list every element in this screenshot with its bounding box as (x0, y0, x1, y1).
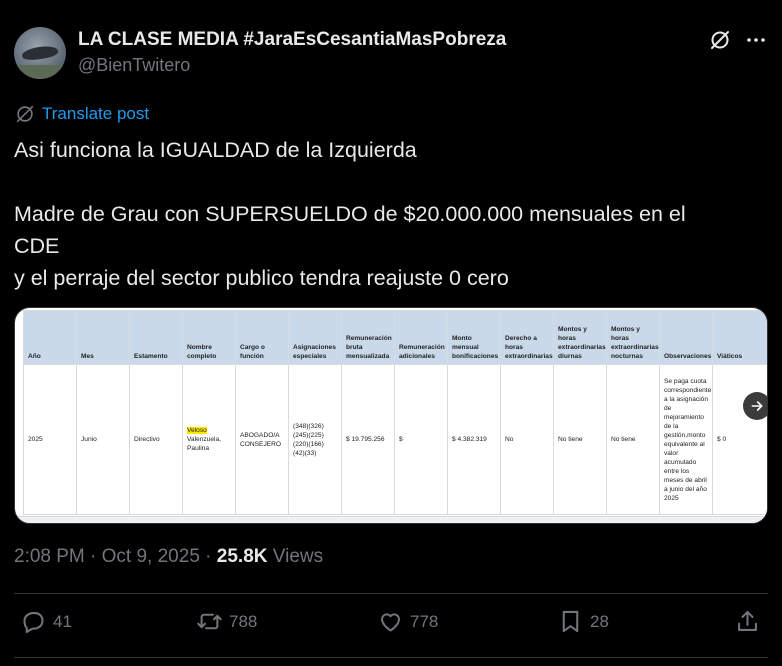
salary-table: Año Mes Estamento Nombre completo Cargo … (23, 310, 767, 515)
share-button[interactable] (734, 608, 761, 635)
bookmark-button[interactable]: 28 (557, 608, 609, 635)
name-rest: Valenzuela, Paulina (187, 436, 221, 452)
post-line-3: Madre de Grau con SUPERSUELDO de $20.000… (14, 202, 686, 226)
cell-cargo: ABOGADO/A CONSEJERO (235, 364, 289, 515)
post-text: Asi funciona la IGUALDAD de la Izquierda… (14, 134, 774, 294)
table-row: 2025 Junio Directivo Veloso Valenzuela, P… (23, 364, 767, 515)
reply-count: 41 (53, 611, 72, 631)
table-header: Nombre completo (182, 310, 236, 365)
name-highlight: Veloso (187, 427, 207, 434)
action-bar: 41 788 778 28 (14, 608, 768, 642)
table-header: Mes (76, 310, 130, 365)
reply-button[interactable]: 41 (20, 608, 72, 635)
views-label: Views (272, 546, 324, 567)
translate-label: Translate post (42, 104, 150, 123)
cell-nombre: Veloso Valenzuela, Paulina (182, 364, 236, 515)
avatar[interactable] (14, 27, 66, 79)
repost-count: 788 (229, 611, 258, 631)
avatar-bird (21, 44, 59, 62)
grok-icon[interactable] (708, 28, 732, 52)
display-name[interactable]: LA CLASE MEDIA #JaraEsCesantiaMasPobreza (78, 29, 506, 51)
cell-mes: Junio (76, 364, 130, 515)
post-line-1: Asi funciona la IGUALDAD de la Izquierda (14, 138, 417, 162)
post-line-blank (14, 166, 774, 198)
reply-icon (23, 612, 44, 633)
table-header: Remuneración bruta mensualizada (341, 310, 395, 365)
translate-icon (16, 105, 34, 123)
cell-adicionales: $ (394, 364, 448, 515)
table-header: Asignaciones especiales (288, 310, 342, 365)
table-header: Monto mensual bonificaciones (447, 310, 501, 365)
bookmark-icon (562, 610, 579, 633)
cell-asignaciones: (348)(326) (245)(225) (220)(166) (42)(33… (288, 364, 342, 515)
bookmark-count: 28 (590, 611, 609, 631)
divider-bottom (14, 657, 768, 658)
table-header: Observaciones (659, 310, 713, 365)
post-date[interactable]: Oct 9, 2025 (102, 546, 200, 567)
repost-icon (197, 613, 222, 630)
post-meta: 2:08 PM · Oct 9, 2025 · 25.8K Views (14, 546, 324, 567)
post-line-5: y el perraje del sector publico tendra r… (14, 266, 509, 290)
more-icon[interactable] (744, 28, 768, 52)
like-count: 778 (410, 611, 439, 631)
media-bottom-strip (15, 516, 767, 523)
table-header: Cargo o función (235, 310, 289, 365)
cell-nocturnas: No tiene (606, 364, 660, 515)
cell-diurnas: No tiene (553, 364, 607, 515)
views-count: 25.8K (216, 546, 268, 567)
cell-observaciones: Se paga cuota correspondiente a la asign… (659, 364, 713, 515)
cell-derecho-horas: No (500, 364, 554, 515)
table-header: Viáticos (712, 310, 767, 365)
post-time[interactable]: 2:08 PM (14, 546, 85, 567)
cell-bonificaciones: $ 4.382.319 (447, 364, 501, 515)
divider-top (14, 593, 768, 594)
table-header: Año (23, 310, 77, 365)
repost-button[interactable]: 788 (196, 608, 257, 635)
share-icon (738, 610, 757, 631)
handle[interactable]: @BienTwitero (78, 55, 190, 76)
like-button[interactable]: 778 (377, 608, 438, 635)
cell-anio: 2025 (23, 364, 77, 515)
table-header: Montos y horas extraordinarias diurnas (553, 310, 607, 365)
table-header: Derecho a horas extraordinarias (500, 310, 554, 365)
salary-table-wrap: Año Mes Estamento Nombre completo Cargo … (23, 310, 767, 516)
translate-post-link[interactable]: Translate post (14, 103, 149, 125)
media-image[interactable]: Año Mes Estamento Nombre completo Cargo … (14, 307, 768, 524)
post-line-4: CDE (14, 234, 60, 258)
avatar-ground (14, 65, 66, 79)
table-header: Remuneración adicionales (394, 310, 448, 365)
cell-estamento: Directivo (129, 364, 183, 515)
cell-bruta: $ 19.795.256 (341, 364, 395, 515)
table-header: Montos y horas extraordinarias nocturnas (606, 310, 660, 365)
table-header: Estamento (129, 310, 183, 365)
like-icon (381, 613, 400, 632)
cell-viaticos: $ 0 (712, 364, 767, 515)
table-header-row: Año Mes Estamento Nombre completo Cargo … (23, 310, 767, 365)
next-arrow-icon[interactable] (743, 392, 767, 420)
